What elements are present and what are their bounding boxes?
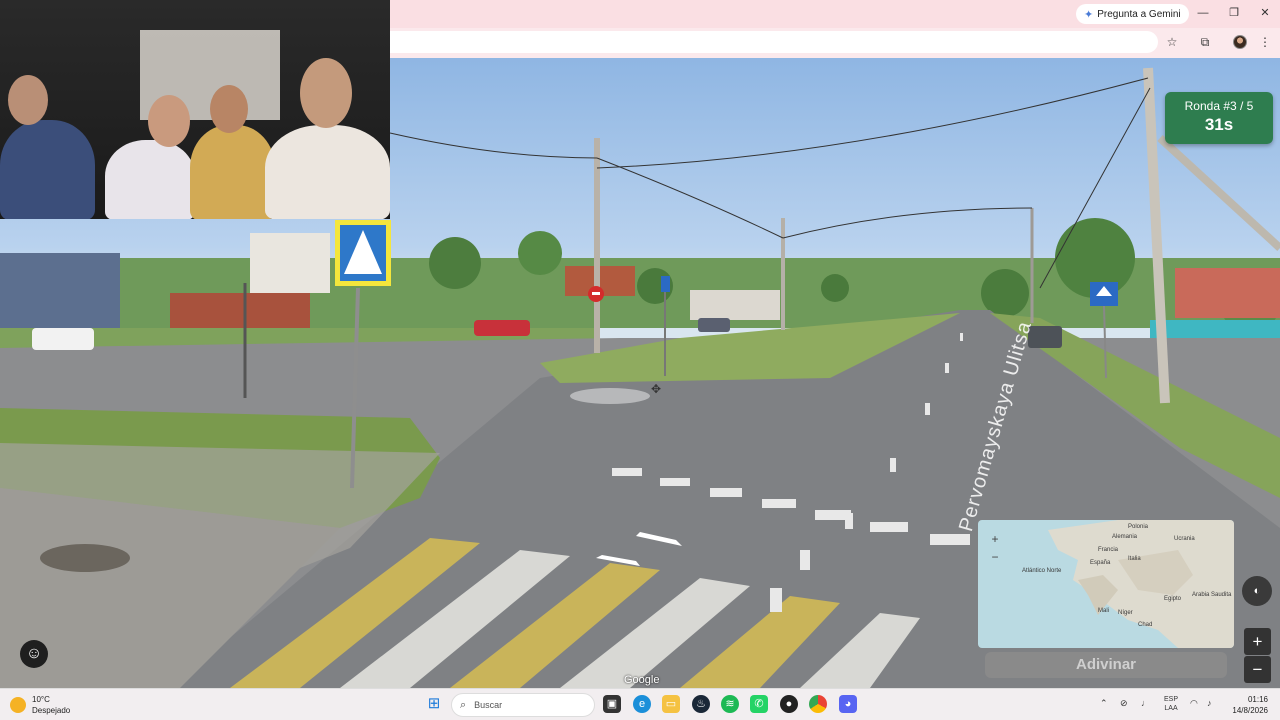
app-icon[interactable]: ●	[780, 695, 798, 713]
taskbar: 10°C Despejado ⊞ ⌕ Buscar ▣ e ▭ ♨ ≋ ✆ ● …	[0, 688, 1280, 720]
system-clock[interactable]: 01:16 14/8/2026	[1224, 694, 1268, 716]
clock-date: 14/8/2026	[1232, 706, 1268, 715]
search-icon: ⌕	[460, 698, 467, 711]
steam-icon[interactable]: ♨	[692, 695, 710, 713]
map-label: Francia	[1098, 547, 1119, 553]
task-view-icon[interactable]: ▣	[603, 695, 621, 713]
star-icon[interactable]: ☆	[1164, 34, 1180, 50]
minimize-icon[interactable]: —	[1196, 6, 1210, 20]
weather-widget[interactable]: 10°C Despejado	[10, 694, 70, 716]
volume-icon[interactable]: ♪	[1207, 698, 1212, 708]
round-status-badge: Ronda #3 / 5 31s	[1165, 92, 1273, 144]
map-zoom-out-icon[interactable]: −	[986, 549, 1004, 565]
google-watermark: Google	[624, 674, 660, 686]
edge-icon[interactable]: e	[633, 695, 651, 713]
person-1	[0, 120, 95, 219]
map-label: Atlántico Norte	[1022, 568, 1062, 574]
restore-icon[interactable]: ❐	[1227, 6, 1241, 20]
close-icon[interactable]: ✕	[1258, 6, 1272, 20]
weather-temp: 10°C	[32, 695, 50, 704]
map-label: Mali	[1098, 608, 1110, 614]
whatsapp-icon[interactable]: ✆	[750, 695, 768, 713]
spotify-icon[interactable]: ≋	[721, 695, 739, 713]
map-zoom-in-icon[interactable]: +	[986, 531, 1004, 547]
map-label: Ucrania	[1174, 536, 1195, 542]
language-top: ESP	[1164, 696, 1179, 703]
person-2	[105, 140, 195, 219]
map-label: Chad	[1138, 622, 1153, 628]
round-label: Ronda #3 / 5	[1184, 99, 1254, 113]
gemini-spark-icon: ✦	[1084, 8, 1094, 21]
map-label: Níger	[1118, 610, 1133, 616]
minimap-land	[1048, 520, 1234, 648]
move-cursor-icon: ✥	[651, 382, 662, 396]
guess-minimap[interactable]: Polonia Alemania Francia España Italia M…	[978, 520, 1234, 648]
taskbar-search[interactable]: ⌕ Buscar	[451, 693, 595, 717]
person-3	[190, 125, 275, 219]
extensions-icon[interactable]: ⧉	[1197, 34, 1213, 50]
gemini-button-label: Pregunta a Gemini	[1097, 8, 1181, 20]
clock-time: 01:16	[1247, 695, 1268, 704]
sun-icon	[10, 697, 26, 713]
person-4	[265, 125, 390, 219]
windows-start-icon[interactable]: ⊞	[425, 695, 443, 713]
wifi-icon[interactable]: ◠	[1190, 698, 1198, 709]
mic-icon[interactable]: ♩	[1141, 698, 1150, 708]
language-bottom: LAA	[1164, 705, 1178, 712]
language-indicator[interactable]: ESP LAA	[1164, 695, 1178, 713]
no-mic-icon[interactable]: ⊘	[1120, 698, 1128, 709]
folder-icon[interactable]: ▭	[662, 695, 680, 713]
map-label: España	[1090, 560, 1111, 566]
compass-icon[interactable]: ◐	[1242, 576, 1272, 606]
chevron-up-icon[interactable]: ⌃	[1100, 698, 1108, 709]
gemini-button[interactable]: ✦ Pregunta a Gemini	[1076, 4, 1189, 24]
address-bar[interactable]	[390, 31, 1158, 53]
round-timer: 31s	[1204, 115, 1234, 134]
guess-button[interactable]: Adivinar	[985, 652, 1227, 678]
zoom-out-button[interactable]: −	[1244, 656, 1271, 683]
weather-desc: Despejado	[32, 706, 71, 715]
map-label: Alemania	[1112, 534, 1138, 540]
screen: Pervomayskaya Ulitsa ✦ Pregunta a Gemini…	[0, 0, 1280, 720]
chrome-icon[interactable]	[809, 695, 827, 713]
profile-avatar[interactable]	[1233, 35, 1247, 49]
map-label: Egipto	[1164, 596, 1182, 602]
discord-icon[interactable]: ◕	[839, 695, 857, 713]
search-placeholder: Buscar	[474, 700, 503, 710]
menu-icon[interactable]: ⋮	[1257, 34, 1273, 50]
map-label: Arabia Saudita	[1192, 592, 1232, 598]
webcam-overlay	[0, 0, 390, 219]
zoom-in-button[interactable]: +	[1244, 628, 1271, 655]
map-label: Italia	[1128, 556, 1141, 562]
emoji-reaction-icon[interactable]: ☺	[20, 640, 48, 668]
map-label: Polonia	[1128, 524, 1149, 530]
